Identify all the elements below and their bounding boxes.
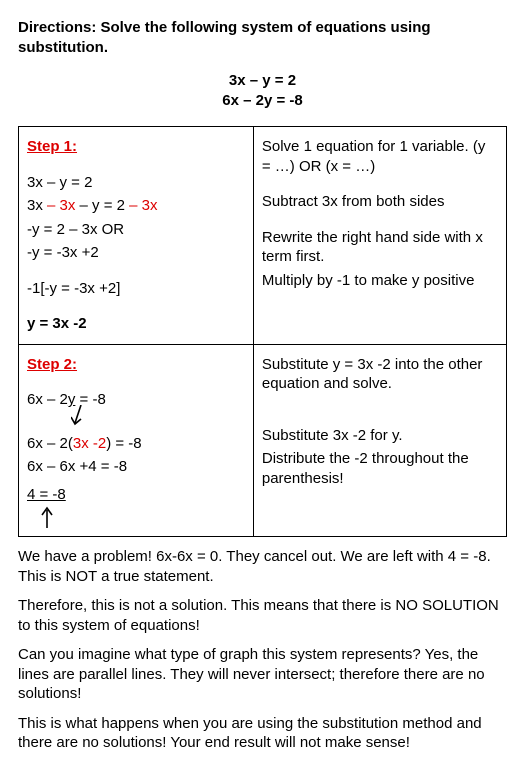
conclusion-p1: We have a problem! 6x-6x = 0. They cance… — [18, 547, 507, 586]
step1-explain-cell: Solve 1 equation for 1 variable. (y = …)… — [253, 127, 506, 345]
step1-line2: 3x – 3x – y = 2 – 3x — [27, 196, 245, 216]
conclusion-p3: Can you imagine what type of graph this … — [18, 645, 507, 704]
step2-line2: 6x – 2(3x -2) = -8 — [27, 434, 245, 454]
conclusion-section: We have a problem! 6x-6x = 0. They cance… — [18, 547, 507, 753]
step1-explain3: Rewrite the right hand side with x term … — [262, 228, 498, 267]
step1-explain1: Solve 1 equation for 1 variable. (y = …)… — [262, 137, 498, 176]
step2-explain2: Substitute 3x -2 for y. — [262, 426, 498, 446]
conclusion-p4: This is what happens when you are using … — [18, 714, 507, 753]
step2-label: Step 2: — [27, 356, 77, 373]
solution-table: Step 1: 3x – y = 2 3x – 3x – y = 2 – 3x … — [18, 126, 507, 537]
step2-explain1: Substitute y = 3x -2 into the other equa… — [262, 355, 498, 394]
step2-work-cell: Step 2: 6x – 2y = -8 6x – 2(3x -2) = -8 … — [19, 344, 254, 537]
conclusion-p2: Therefore, this is not a solution. This … — [18, 596, 507, 635]
step2-explain-cell: Substitute y = 3x -2 into the other equa… — [253, 344, 506, 537]
step1-explain4: Multiply by -1 to make y positive — [262, 271, 498, 291]
step2-line1: 6x – 2y = -8 — [27, 390, 245, 410]
arrow-up-icon — [33, 506, 63, 530]
step1-line5: -1[-y = -3x +2] — [27, 279, 245, 299]
step2-line4: 4 = -8 — [27, 485, 66, 505]
step1-line3: -y = 2 – 3x OR — [27, 220, 245, 240]
step1-line1: 3x – y = 2 — [27, 173, 245, 193]
equation-1: 3x – y = 2 — [18, 71, 507, 91]
system-equations: 3x – y = 2 6x – 2y = -8 — [18, 71, 507, 110]
directions-heading: Directions: Solve the following system o… — [18, 18, 507, 57]
step1-label: Step 1: — [27, 138, 77, 155]
arrow-down-icon — [71, 405, 101, 429]
step1-line4: -y = -3x +2 — [27, 243, 245, 263]
step1-work-cell: Step 1: 3x – y = 2 3x – 3x – y = 2 – 3x … — [19, 127, 254, 345]
step1-explain2: Subtract 3x from both sides — [262, 192, 498, 212]
equation-2: 6x – 2y = -8 — [18, 91, 507, 111]
step2-explain3: Distribute the -2 throughout the parenth… — [262, 449, 498, 488]
step1-result: y = 3x -2 — [27, 314, 245, 334]
step2-line3: 6x – 6x +4 = -8 — [27, 457, 245, 477]
